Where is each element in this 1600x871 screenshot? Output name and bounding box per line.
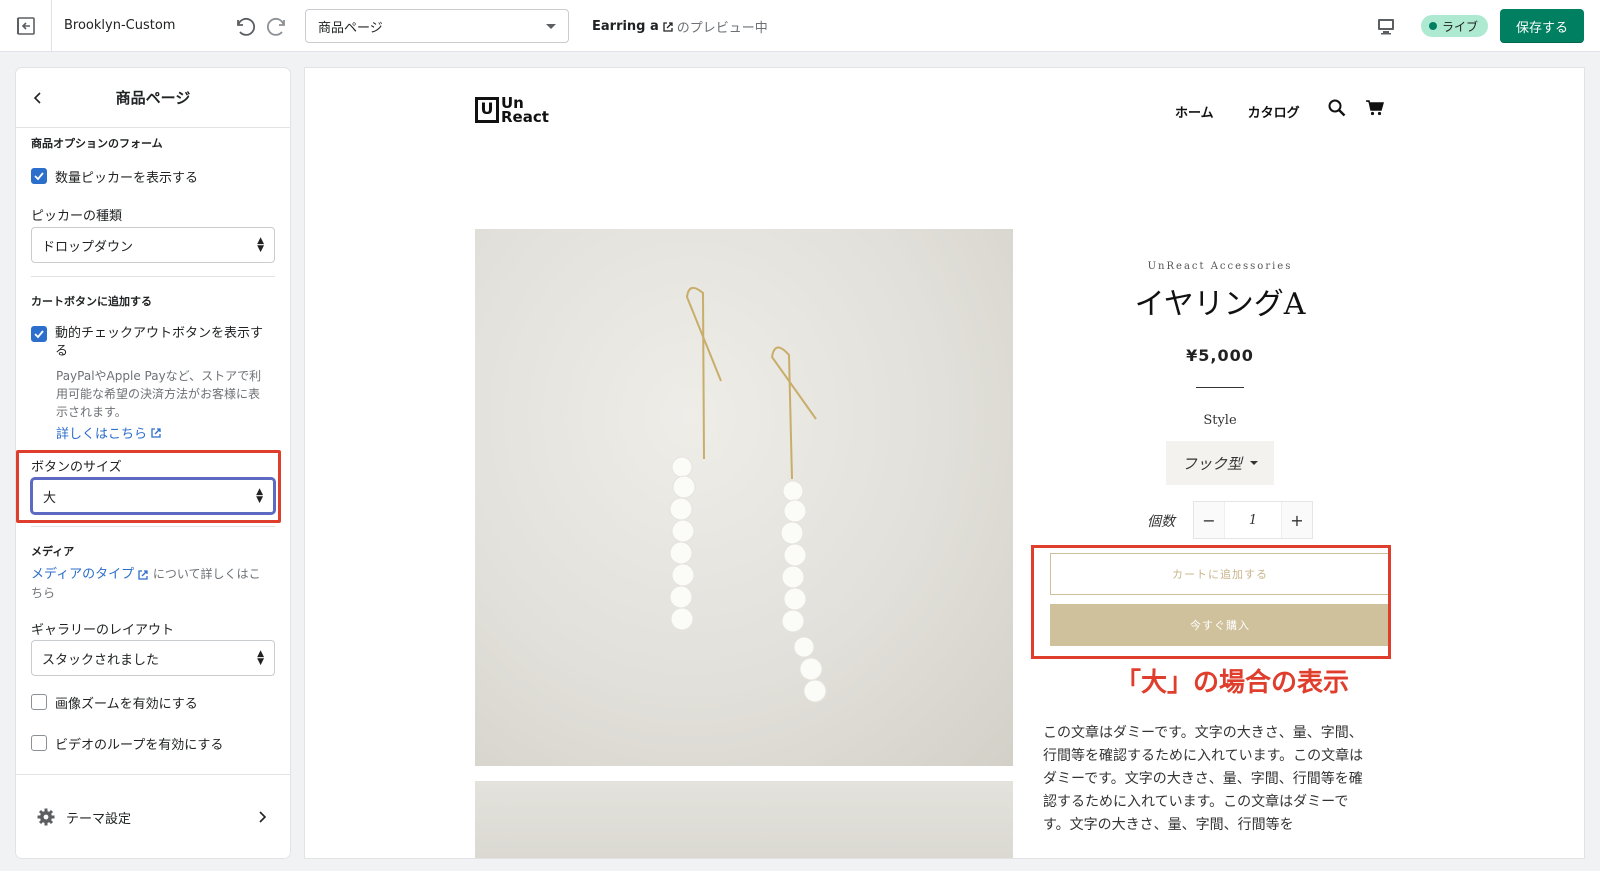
select-arrows-icon: ▲ ▼ <box>257 649 264 667</box>
gallery-layout-label: ギャラリーのレイアウト <box>31 623 175 638</box>
checkmark-icon <box>34 330 44 339</box>
redo-button[interactable] <box>266 14 290 38</box>
quantity-input[interactable]: 1 <box>1224 502 1282 538</box>
picker-type-value: ドロップダウン <box>42 239 134 255</box>
chevron-left-icon <box>33 92 41 104</box>
page-select-value: 商品ページ <box>318 20 383 36</box>
store-nav: ホーム カタログ <box>1175 102 1300 121</box>
style-value: フック型 <box>1181 454 1242 473</box>
show-qty-picker-label: 数量ピッカーを表示する <box>55 171 199 186</box>
quantity-label: 個数 <box>1147 514 1175 530</box>
quantity-increase-button[interactable]: + <box>1282 502 1312 538</box>
quantity-decrease-button[interactable]: − <box>1194 502 1224 538</box>
page-select[interactable]: 商品ページ <box>305 9 569 43</box>
external-link-icon <box>663 21 673 32</box>
external-link-icon <box>151 427 161 438</box>
save-button[interactable]: 保存する <box>1500 9 1584 43</box>
show-qty-picker-checkbox[interactable]: 数量ピッカーを表示する <box>31 167 198 186</box>
product-title: イヤリングA <box>1134 287 1306 322</box>
video-loop-checkbox[interactable]: ビデオのループを有効にする <box>31 734 223 753</box>
media-type-link-label: メディアのタイプ <box>31 567 135 582</box>
image-zoom-label: 画像ズームを有効にする <box>55 697 198 712</box>
undo-icon <box>237 18 256 36</box>
media-type-help: メディアのタイプ について詳しくはこちら <box>31 565 271 602</box>
live-label: ライブ <box>1442 19 1479 34</box>
gear-icon <box>37 808 55 826</box>
chevron-down-icon <box>546 23 556 29</box>
quantity-stepper: − 1 + <box>1193 501 1313 539</box>
preview-suffix: のプレビュー中 <box>676 21 768 36</box>
sidebar-title: 商品ページ <box>115 89 191 107</box>
section-media: メディア <box>31 545 75 558</box>
exit-button[interactable] <box>0 0 52 52</box>
media-type-link[interactable]: メディアのタイプ <box>31 566 149 584</box>
gallery-layout-value: スタックされました <box>42 652 160 668</box>
product-price: ¥5,000 <box>1186 346 1254 365</box>
external-link-icon <box>138 570 148 580</box>
product-vendor: UnReact Accessories <box>1147 261 1293 272</box>
divider <box>1196 387 1244 388</box>
checkbox-unchecked[interactable] <box>31 694 47 710</box>
style-select[interactable]: フック型 <box>1166 441 1274 485</box>
select-arrows-icon: ▲ ▼ <box>257 236 264 254</box>
chevron-right-icon <box>259 811 267 823</box>
logo-text: Un React <box>501 96 549 126</box>
section-cart-button: カートボタンに追加する <box>31 295 152 308</box>
store-search-button[interactable] <box>1327 98 1347 118</box>
device-toggle-button[interactable] <box>1375 15 1397 37</box>
search-icon <box>1328 99 1346 117</box>
dynamic-checkout-label: 動的チェックアウトボタンを表示する <box>55 326 264 359</box>
store-logo[interactable]: U Un React <box>475 96 549 126</box>
store-preview: U Un React ホーム カタログ UnReact Accessories … <box>305 68 1584 858</box>
divider <box>31 276 275 277</box>
desktop-icon <box>1378 19 1394 35</box>
video-loop-label: ビデオのループを有効にする <box>55 738 224 753</box>
preview-status: Earring a のプレビュー中 <box>592 17 768 36</box>
divider <box>31 526 275 527</box>
checkbox-checked[interactable] <box>31 326 47 342</box>
top-bar: Brooklyn-Custom 商品ページ Earring a のプレビュー中 <box>0 0 1600 52</box>
checkbox-unchecked[interactable] <box>31 735 47 751</box>
learn-more-link[interactable]: 詳しくはこちら <box>56 423 162 442</box>
product-image[interactable] <box>475 229 1013 766</box>
checkbox-checked[interactable] <box>31 168 47 184</box>
product-image-secondary[interactable] <box>475 781 1013 858</box>
dynamic-checkout-checkbox[interactable]: 動的チェックアウトボタンを表示する <box>31 325 271 361</box>
checkmark-icon <box>34 172 44 181</box>
dynamic-checkout-help: PayPalやApple Payなど、ストアで利用可能な希望の決済方法がお客様に… <box>56 369 262 419</box>
style-label: Style <box>1203 413 1237 428</box>
store-cart-button[interactable] <box>1365 98 1385 118</box>
logo-text-bottom: React <box>501 108 549 126</box>
undo-button[interactable] <box>232 14 256 38</box>
preview-product-link[interactable]: Earring a <box>592 19 659 34</box>
chevron-down-icon <box>1250 461 1258 465</box>
exit-icon <box>16 17 35 35</box>
learn-more-label: 詳しくはこちら <box>56 427 148 442</box>
nav-catalog[interactable]: カタログ <box>1248 102 1300 121</box>
live-dot <box>1429 22 1437 30</box>
annotation-label: 「大」の場合の表示 <box>1115 668 1350 698</box>
cart-icon <box>1366 100 1384 116</box>
nav-home[interactable]: ホーム <box>1175 102 1214 121</box>
picker-type-label: ピッカーの種類 <box>31 209 123 224</box>
image-zoom-checkbox[interactable]: 画像ズームを有効にする <box>31 693 198 712</box>
picker-type-select[interactable]: ドロップダウン ▲ ▼ <box>31 227 275 263</box>
redo-icon <box>266 18 285 36</box>
highlight-box-button-size <box>16 450 281 523</box>
sidebar-footer: テーマ設定 <box>16 774 290 858</box>
earrings-illustration <box>669 286 827 703</box>
live-badge: ライブ <box>1421 15 1489 37</box>
product-description: この文章はダミーです。文字の大きさ、量、字間、行間等を確認するために入れています… <box>1043 725 1364 833</box>
theme-name: Brooklyn-Custom <box>64 18 176 33</box>
back-button[interactable] <box>28 88 48 108</box>
section-product-form: 商品オプションのフォーム <box>31 137 163 150</box>
gallery-layout-select[interactable]: スタックされました ▲ ▼ <box>31 640 275 676</box>
logo-mark: U <box>475 97 499 123</box>
theme-settings-label: テーマ設定 <box>66 811 132 827</box>
sidebar-header: 商品ページ <box>16 68 290 128</box>
highlight-box-buttons <box>1031 545 1391 659</box>
theme-settings-button[interactable]: テーマ設定 <box>36 807 270 827</box>
